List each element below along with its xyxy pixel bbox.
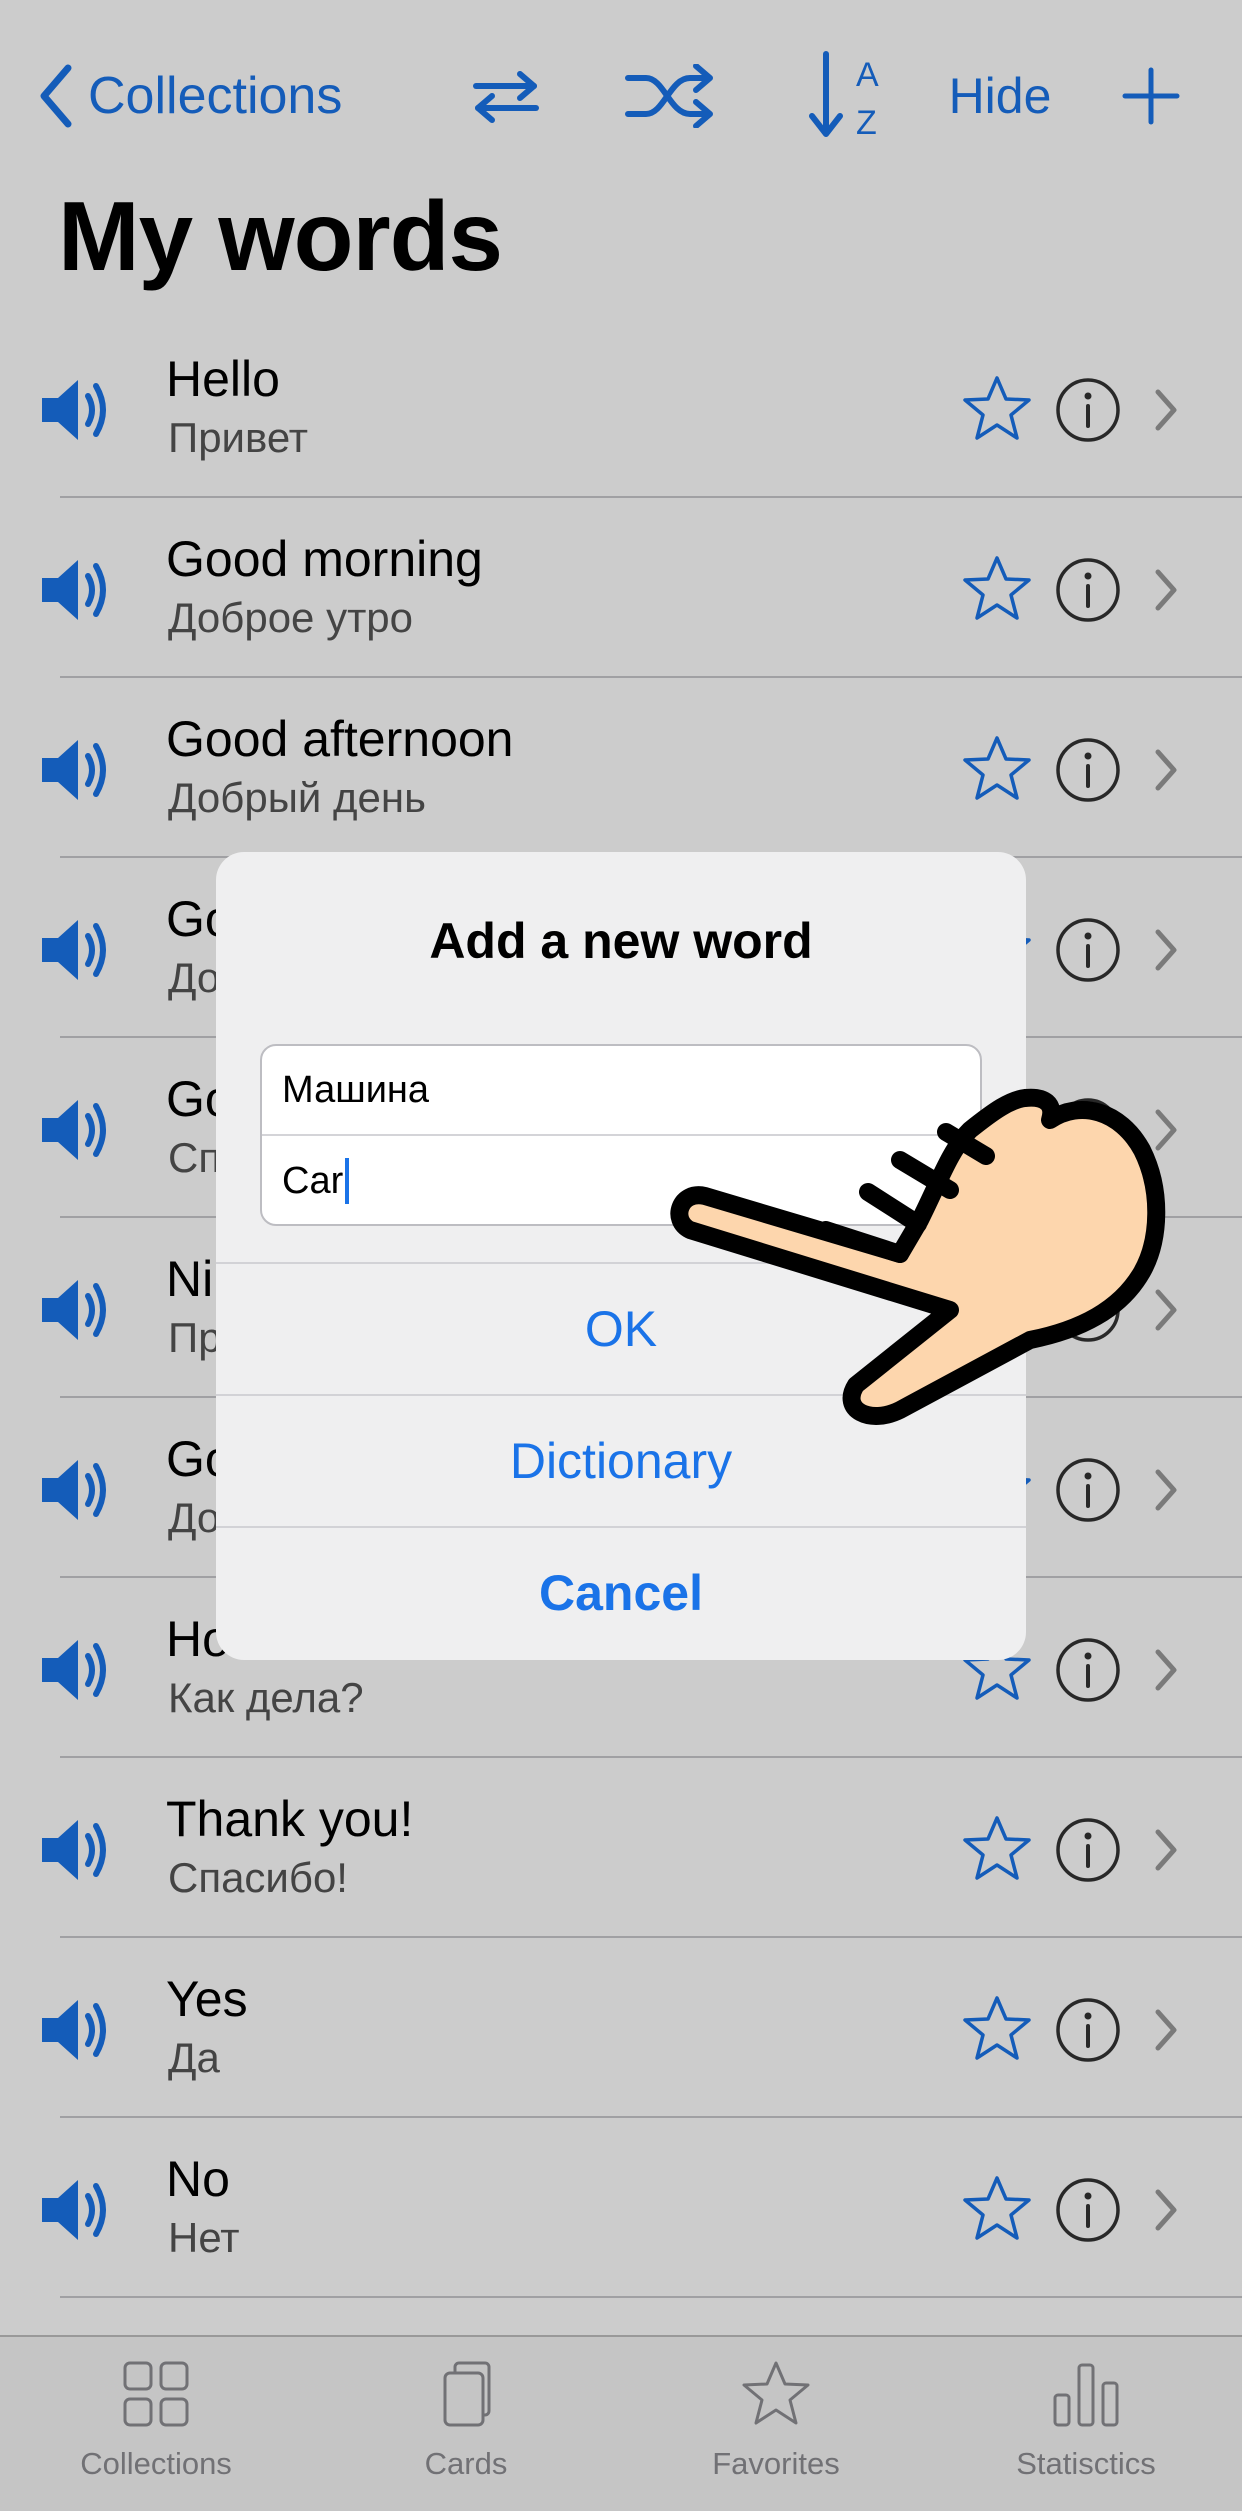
screen: Collections A Z Hide My words Hello Прив… (0, 0, 1242, 2511)
cancel-button[interactable]: Cancel (216, 1526, 1026, 1658)
text-cursor (345, 1158, 350, 1204)
pointing-hand-icon (670, 1088, 1166, 1425)
dialog-title: Add a new word (429, 913, 813, 969)
translation-field-value: Car (282, 1159, 344, 1202)
